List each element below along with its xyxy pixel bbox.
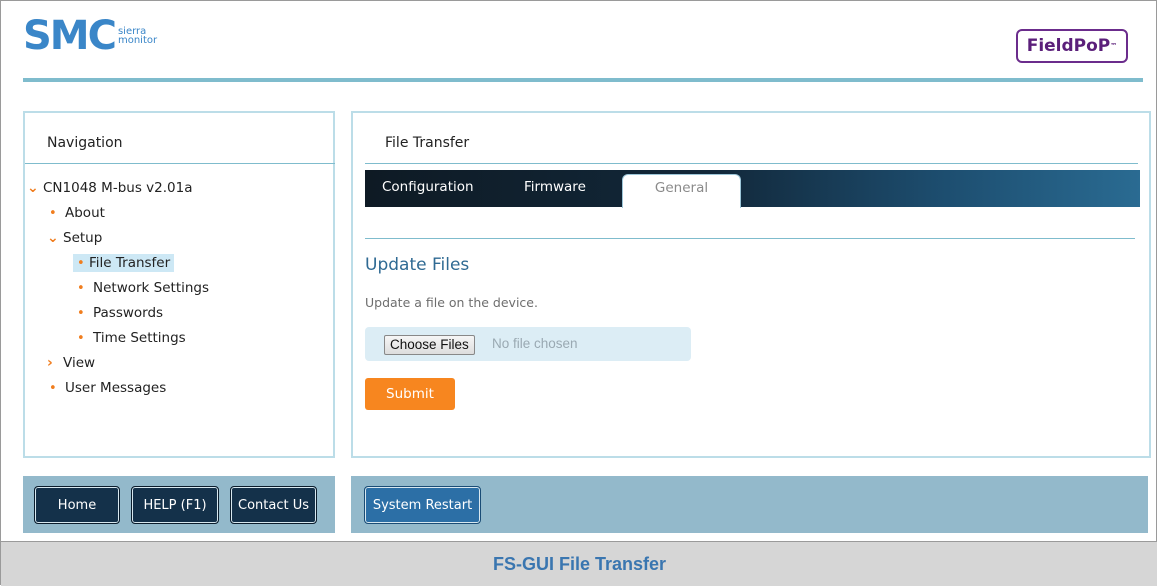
footer-right-bar: System Restart [351, 476, 1148, 533]
logo-main-text: SMC [23, 13, 117, 59]
figure-caption: FS-GUI File Transfer [1, 541, 1157, 586]
selected-highlight: • File Transfer [73, 254, 175, 272]
section-divider [365, 238, 1135, 239]
submit-button[interactable]: Submit [365, 378, 455, 410]
tree-root-label: CN1048 M-bus v2.01a [43, 180, 193, 196]
tab-general[interactable]: General [622, 174, 741, 208]
navigation-panel: Navigation ⌄ CN1048 M-bus v2.01a • About… [23, 111, 335, 458]
fieldpop-badge-tm: ™ [1110, 42, 1118, 50]
tree-item-file-transfer[interactable]: • File Transfer [73, 252, 175, 274]
file-input-row: Choose Files No file chosen [365, 327, 691, 361]
tree-item-view[interactable]: › View [47, 352, 95, 374]
help-button[interactable]: HELP (F1) [131, 486, 219, 524]
tree-item-label: User Messages [65, 380, 167, 396]
caption-text: FS-GUI File Transfer [492, 553, 667, 574]
tree-item-label: Passwords [93, 305, 164, 321]
tree-item-label: Setup [63, 230, 103, 246]
fieldpop-badge: FieldPoP ™ [1016, 29, 1128, 63]
bullet-icon: • [77, 280, 85, 296]
content-title-divider [365, 163, 1138, 164]
tree-item-setup[interactable]: ⌄ Setup [47, 227, 102, 249]
tree-item-label: View [63, 355, 96, 371]
logo-sub-text: sierra monitor [117, 27, 158, 46]
tab-configuration[interactable]: Configuration [382, 179, 474, 195]
section-title: Update Files [365, 255, 470, 275]
content-panel: File Transfer Configuration Firmware Gen… [351, 111, 1151, 458]
tree-item-passwords[interactable]: • Passwords [77, 302, 163, 324]
tree-item-label: About [65, 205, 105, 221]
bullet-icon: • [49, 380, 57, 396]
contact-us-button[interactable]: Contact Us [230, 486, 317, 524]
smc-logo: SMC sierra monitor [23, 13, 158, 59]
tree-item-label: Time Settings [93, 330, 186, 346]
tab-firmware[interactable]: Firmware [524, 179, 586, 195]
chevron-down-icon: ⌄ [47, 230, 59, 246]
bullet-icon: • [77, 256, 85, 271]
page-title: File Transfer [385, 135, 470, 151]
tree-item-about[interactable]: • About [49, 202, 105, 224]
header-divider [23, 78, 1143, 82]
tab-bar: Configuration Firmware General [365, 170, 1140, 208]
navigation-title: Navigation [47, 135, 123, 151]
chevron-right-icon: › [47, 355, 53, 371]
tree-item-label: Network Settings [93, 280, 210, 296]
tree-root[interactable]: ⌄ CN1048 M-bus v2.01a [27, 177, 192, 199]
no-file-label: No file chosen [492, 336, 578, 351]
bullet-icon: • [49, 205, 57, 221]
choose-files-button[interactable]: Choose Files [384, 335, 475, 355]
system-restart-button[interactable]: System Restart [364, 486, 481, 524]
tree-item-time-settings[interactable]: • Time Settings [77, 327, 186, 349]
tree-item-network-settings[interactable]: • Network Settings [77, 277, 209, 299]
tree-item-label: File Transfer [89, 255, 171, 271]
logo-sub-line2: monitor [117, 35, 158, 46]
home-button[interactable]: Home [34, 486, 120, 524]
navigation-divider [25, 163, 335, 164]
tree-item-user-messages[interactable]: • User Messages [49, 377, 166, 399]
chevron-down-icon: ⌄ [27, 180, 39, 196]
section-description: Update a file on the device. [365, 295, 538, 310]
app-frame: SMC sierra monitor FieldPoP ™ Navigation … [0, 0, 1157, 586]
bullet-icon: • [77, 305, 85, 321]
fieldpop-badge-text: FieldPoP [1026, 36, 1111, 56]
bullet-icon: • [77, 330, 85, 346]
footer-left-bar: Home HELP (F1) Contact Us [23, 476, 335, 533]
